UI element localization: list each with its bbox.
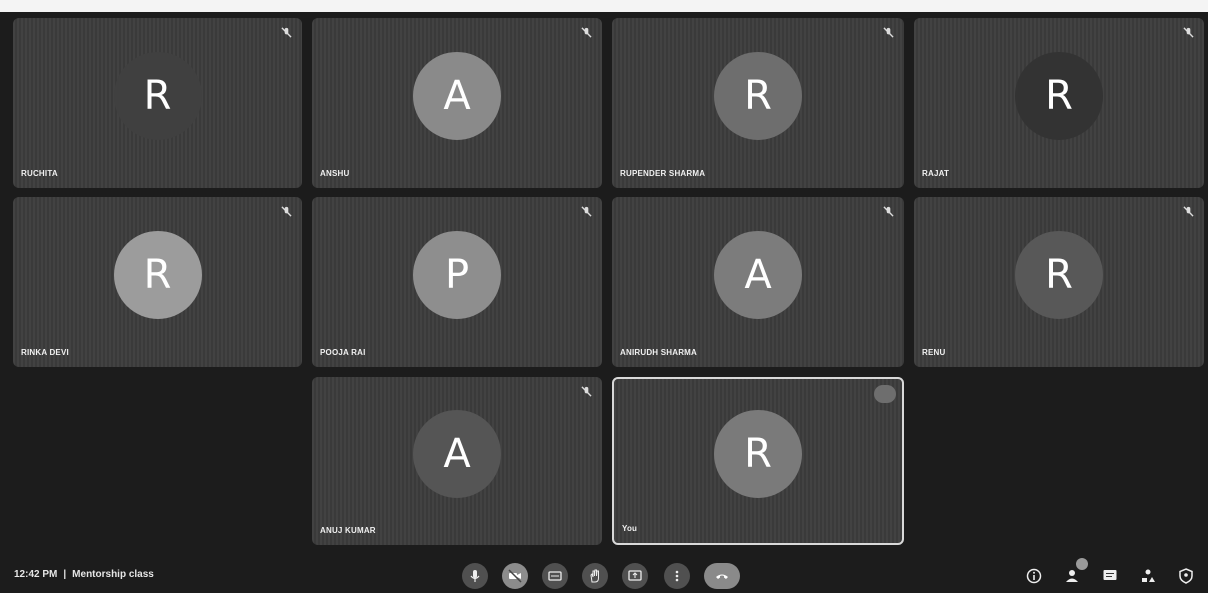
participant-avatar: R bbox=[1015, 230, 1103, 319]
avatar-initial: R bbox=[744, 72, 772, 119]
people-button[interactable] bbox=[1062, 558, 1088, 586]
participant-avatar: A bbox=[413, 409, 501, 498]
microphone-icon bbox=[470, 570, 480, 582]
mic-muted-icon bbox=[580, 385, 592, 397]
mic-muted-icon bbox=[882, 205, 894, 217]
present-screen-icon bbox=[628, 570, 642, 581]
participant-tile[interactable]: A ANIRUDH SHARMA bbox=[612, 197, 904, 367]
end-call-button[interactable] bbox=[704, 563, 740, 589]
participant-tile[interactable]: A ANSHU bbox=[312, 18, 602, 188]
participant-name: RUCHITA bbox=[21, 169, 58, 178]
avatar-initial: R bbox=[1045, 72, 1073, 119]
avatar-initial: A bbox=[443, 430, 471, 477]
mic-muted-icon bbox=[280, 26, 292, 38]
chat-icon bbox=[1103, 570, 1117, 580]
meeting-details-button[interactable] bbox=[1024, 566, 1044, 586]
participant-name: RUPENDER SHARMA bbox=[620, 169, 706, 178]
participant-name: ANIRUDH SHARMA bbox=[620, 348, 698, 357]
participant-name: RAJAT bbox=[922, 169, 950, 178]
meeting-stage: R RUCHITA A ANSHU R RUPENDER SHARMA R RA… bbox=[0, 0, 1208, 593]
participant-avatar: P bbox=[413, 230, 501, 319]
mic-muted-icon bbox=[280, 205, 292, 217]
participant-avatar: A bbox=[413, 51, 501, 140]
microphone-button[interactable] bbox=[462, 563, 488, 589]
avatar-initial: A bbox=[443, 72, 471, 119]
avatar-initial: A bbox=[744, 251, 772, 298]
more-options-button[interactable] bbox=[664, 563, 690, 589]
self-participant-tile[interactable]: R You bbox=[612, 377, 904, 545]
meeting-info: 12:42 PM | Mentorship class bbox=[14, 569, 154, 580]
host-controls-icon bbox=[1179, 568, 1193, 584]
mic-muted-icon bbox=[882, 26, 894, 38]
raise-hand-button[interactable] bbox=[582, 563, 608, 589]
participant-tile[interactable]: R RINKA DEVI bbox=[13, 197, 302, 367]
avatar-initial: R bbox=[1045, 251, 1073, 298]
chat-button[interactable] bbox=[1100, 566, 1120, 586]
meeting-separator: | bbox=[63, 569, 67, 580]
participant-name: You bbox=[622, 524, 638, 533]
participant-avatar: R bbox=[113, 51, 202, 140]
control-bar: 12:42 PM | Mentorship class bbox=[0, 557, 1208, 593]
participant-count-badge bbox=[1076, 558, 1088, 570]
participant-avatar: R bbox=[113, 230, 202, 319]
participant-tile[interactable]: R RAJAT bbox=[914, 18, 1204, 188]
participant-name: ANSHU bbox=[320, 169, 350, 178]
mic-muted-icon bbox=[580, 205, 592, 217]
avatar-initial: P bbox=[444, 251, 470, 298]
participant-tile[interactable]: R RUCHITA bbox=[13, 18, 302, 188]
camera-off-icon bbox=[508, 569, 522, 583]
mic-muted-icon bbox=[580, 26, 592, 38]
end-call-icon bbox=[716, 574, 728, 579]
present-button[interactable] bbox=[622, 563, 648, 589]
activities-icon bbox=[1142, 569, 1155, 582]
participant-name: RINKA DEVI bbox=[21, 348, 69, 357]
participant-avatar: R bbox=[1015, 51, 1103, 140]
meeting-time: 12:42 PM bbox=[14, 569, 58, 580]
participant-avatar: A bbox=[714, 230, 802, 319]
participant-avatar: R bbox=[714, 409, 802, 498]
participant-name: POOJA RAI bbox=[320, 348, 366, 357]
mic-muted-icon bbox=[1182, 205, 1194, 217]
avatar-initial: R bbox=[744, 430, 772, 477]
mic-muted-icon bbox=[1182, 26, 1194, 38]
meeting-details-icon bbox=[1026, 568, 1042, 584]
camera-button[interactable] bbox=[502, 563, 528, 589]
participant-tile[interactable]: R RENU bbox=[914, 197, 1204, 367]
avatar-initial: R bbox=[143, 251, 172, 298]
captions-icon bbox=[548, 571, 562, 581]
people-icon bbox=[1066, 570, 1078, 582]
speaking-indicator-icon bbox=[874, 385, 896, 403]
avatar-initial: R bbox=[143, 72, 172, 119]
participant-tile[interactable]: A ANUJ KUMAR bbox=[312, 377, 602, 545]
participant-tile[interactable]: P POOJA RAI bbox=[312, 197, 602, 367]
meeting-title: Mentorship class bbox=[72, 569, 154, 580]
activities-button[interactable] bbox=[1138, 566, 1158, 586]
participant-avatar: R bbox=[714, 51, 802, 140]
captions-button[interactable] bbox=[542, 563, 568, 589]
host-controls-button[interactable] bbox=[1176, 566, 1196, 586]
more-options-icon bbox=[675, 570, 679, 582]
raise-hand-icon bbox=[590, 569, 599, 583]
participant-tile[interactable]: R RUPENDER SHARMA bbox=[612, 18, 904, 188]
participant-name: ANUJ KUMAR bbox=[320, 526, 376, 535]
participant-name: RENU bbox=[922, 348, 946, 357]
top-margin bbox=[0, 0, 1208, 12]
